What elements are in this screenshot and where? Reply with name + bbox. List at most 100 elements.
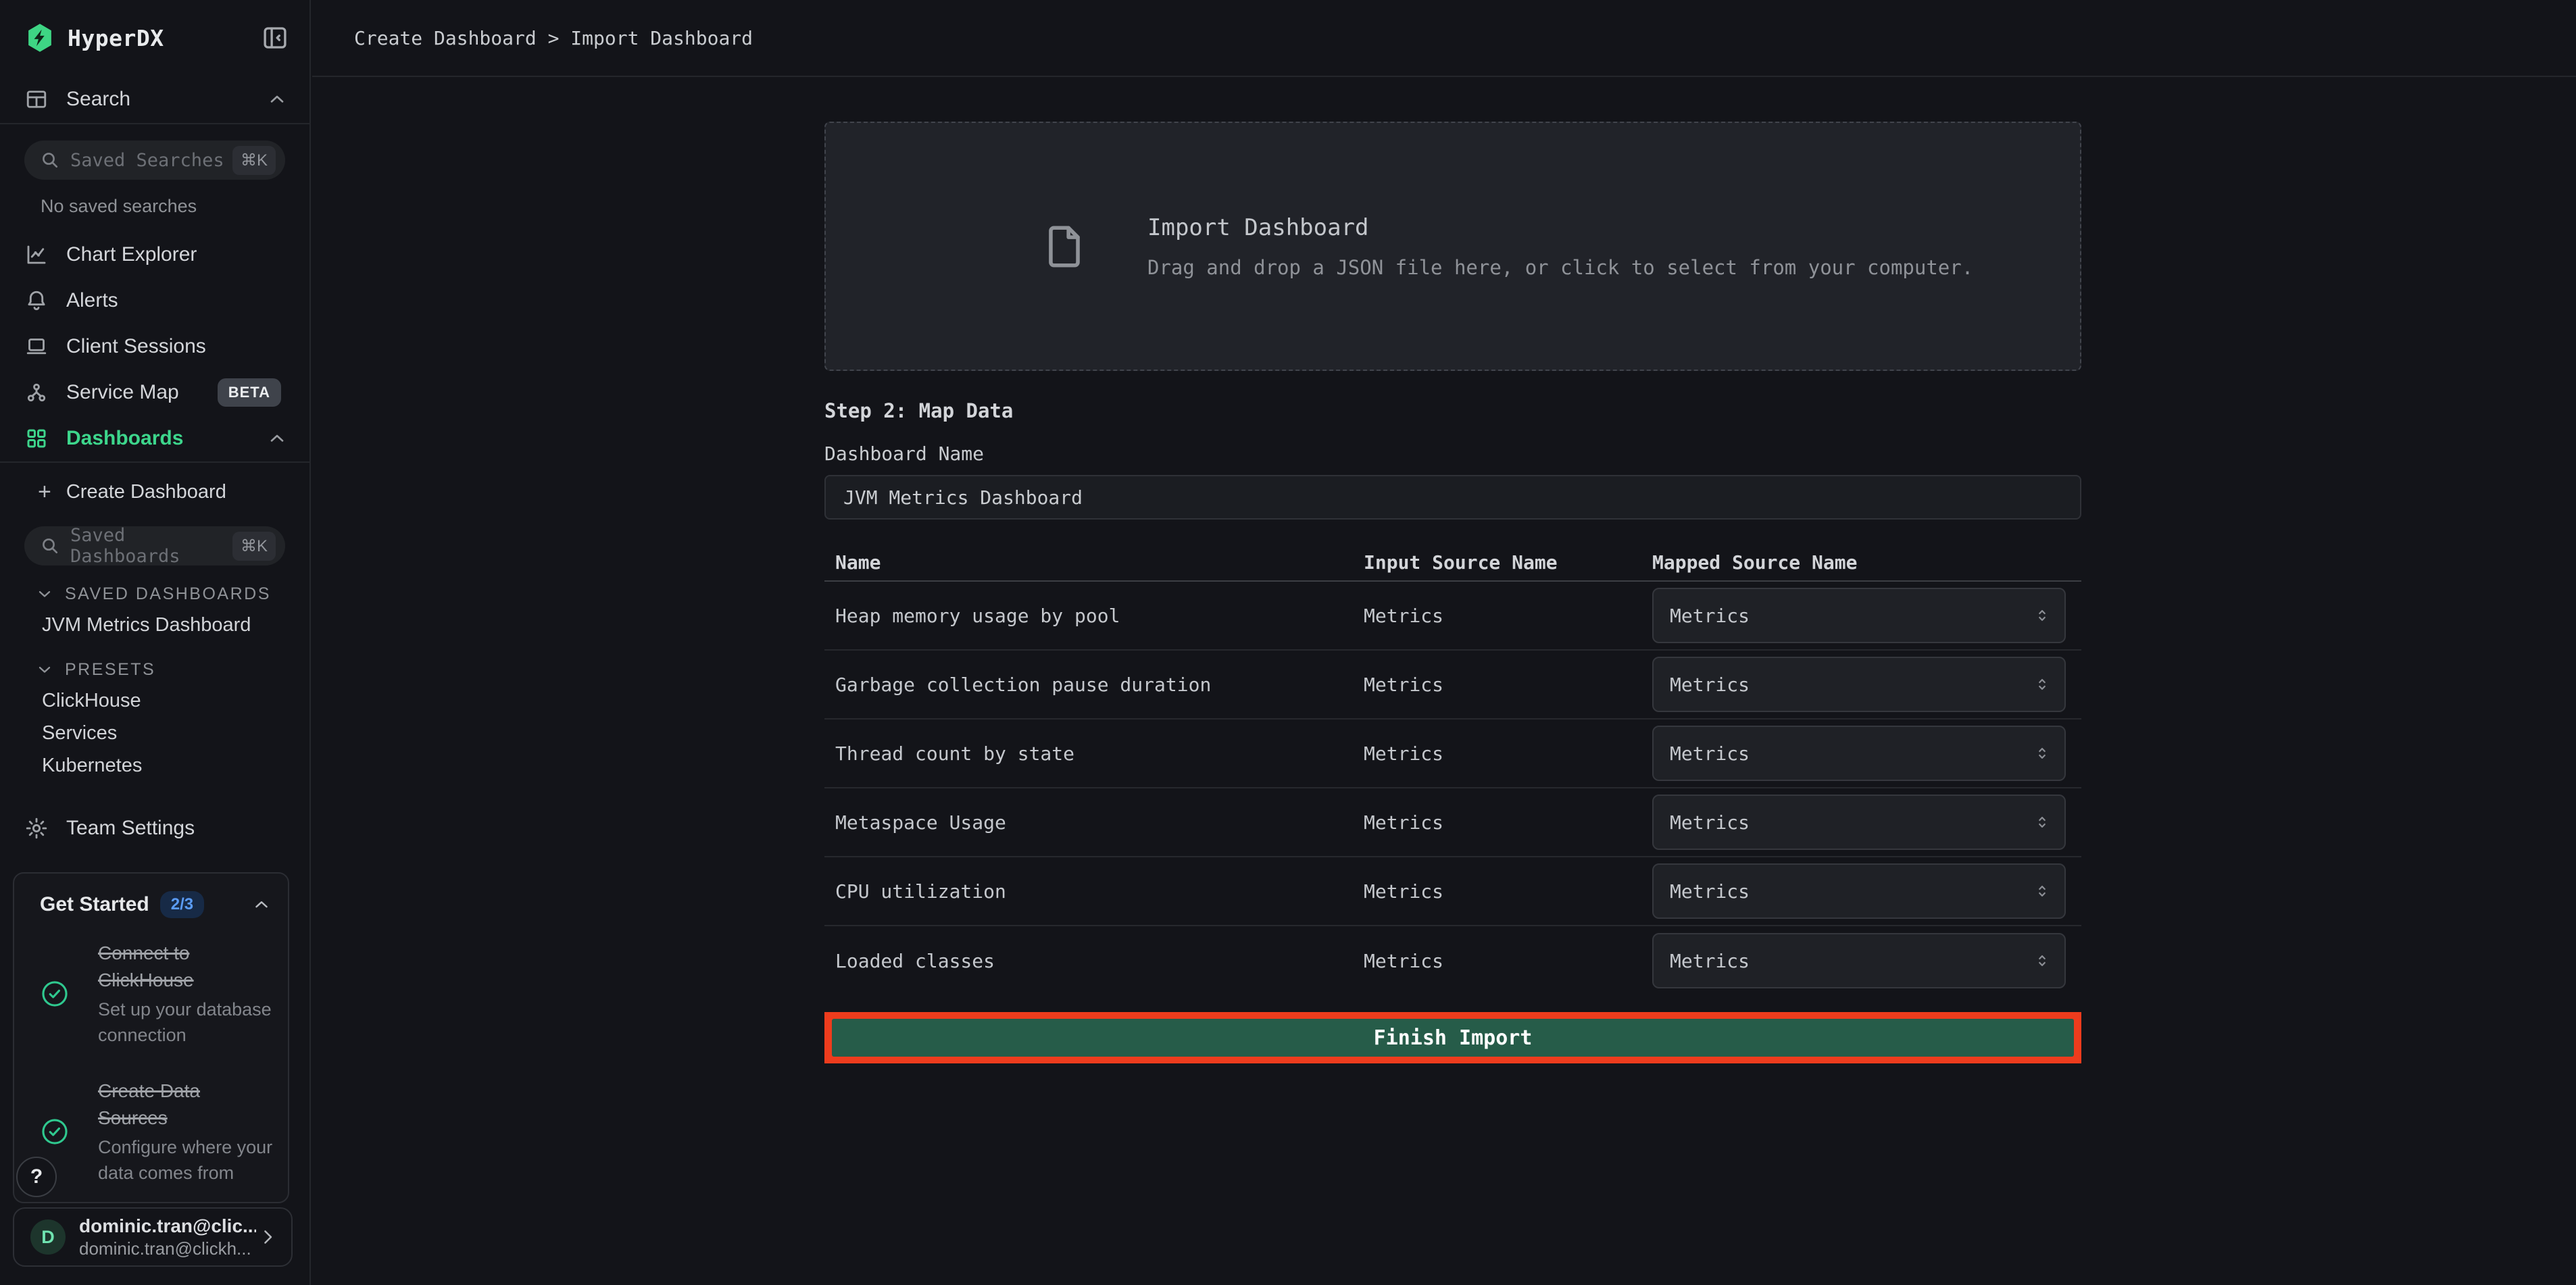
mapped-source-select[interactable]: Metrics: [1652, 863, 2066, 919]
table-row: CPU utilization Metrics Metrics: [824, 857, 2081, 926]
no-saved-searches-text: No saved searches: [41, 196, 309, 217]
shortcut-badge: ⌘K: [232, 146, 276, 175]
finish-import-button[interactable]: Finish Import: [832, 1019, 2074, 1057]
create-dashboard-button[interactable]: + Create Dashboard: [0, 470, 309, 514]
table-header-row: Name Input Source Name Mapped Source Nam…: [824, 544, 2081, 582]
preset-item-services[interactable]: Services: [0, 717, 309, 749]
row-name: Garbage collection pause duration: [824, 674, 1364, 696]
create-dashboard-label: Create Dashboard: [66, 481, 226, 503]
saved-dashboards-group[interactable]: SAVED DASHBOARDS: [35, 579, 309, 609]
sidebar-nav: Chart Explorer Alerts Client Sessions: [0, 232, 309, 461]
preset-item-kubernetes[interactable]: Kubernetes: [0, 749, 309, 782]
selected-value: Metrics: [1670, 950, 2032, 972]
sidebar-item-label: Chart Explorer: [66, 243, 197, 266]
select-chevrons-icon: [2032, 951, 2052, 971]
saved-dashboards-input[interactable]: Saved Dashboards ⌘K: [24, 526, 285, 565]
sidebar-item-alerts[interactable]: Alerts: [0, 278, 309, 324]
check-circle-icon: [40, 979, 82, 1009]
dashboards-icon: [24, 426, 49, 451]
table-row: Metaspace Usage Metrics Metrics: [824, 788, 2081, 857]
user-name: dominic.tran@clic...: [79, 1215, 256, 1238]
select-chevrons-icon: [2032, 812, 2052, 832]
chevron-down-icon: [35, 660, 54, 679]
preset-label: Kubernetes: [42, 755, 142, 777]
question-mark-icon: ?: [30, 1165, 43, 1188]
select-chevrons-icon: [2032, 881, 2052, 901]
group-label-text: SAVED DASHBOARDS: [65, 584, 271, 604]
preset-item-clickhouse[interactable]: ClickHouse: [0, 684, 309, 717]
row-name: Loaded classes: [824, 950, 1364, 972]
help-button[interactable]: ?: [16, 1157, 57, 1197]
table-row: Loaded classes Metrics Metrics: [824, 926, 2081, 995]
saved-dashboard-label: JVM Metrics Dashboard: [42, 614, 251, 636]
search-section-header[interactable]: Search: [0, 76, 309, 123]
gear-icon: [24, 816, 49, 840]
beta-badge: BETA: [218, 378, 281, 407]
sidebar: HyperDX Search Saved Searches ⌘K: [0, 0, 311, 1285]
get-started-item-subtitle: Set up your database connection: [98, 997, 274, 1048]
row-input-source: Metrics: [1364, 811, 1652, 834]
progress-badge: 2/3: [160, 891, 204, 918]
dropzone-subtitle: Drag and drop a JSON file here, or click…: [1147, 256, 1973, 279]
service-map-icon: [24, 380, 49, 405]
mapping-table: Name Input Source Name Mapped Source Nam…: [824, 544, 2081, 995]
search-section-icon: [24, 87, 49, 111]
presets-group[interactable]: PRESETS: [35, 655, 309, 684]
get-started-item-subtitle: Configure where your data comes from: [98, 1134, 274, 1186]
import-dropzone[interactable]: Import Dashboard Drag and drop a JSON fi…: [824, 122, 2081, 371]
saved-dashboard-item[interactable]: JVM Metrics Dashboard: [0, 609, 309, 641]
sidebar-item-client-sessions[interactable]: Client Sessions: [0, 324, 309, 370]
sidebar-item-label: Service Map: [66, 381, 179, 404]
table-row: Thread count by state Metrics Metrics: [824, 720, 2081, 788]
get-started-item-add-data[interactable]: Add Data Start sending logs, metrics, or…: [14, 1201, 288, 1203]
team-settings-button[interactable]: Team Settings: [0, 805, 309, 852]
selected-value: Metrics: [1670, 811, 2032, 834]
mapped-source-select[interactable]: Metrics: [1652, 795, 2066, 850]
get-started-title: Get Started: [40, 893, 149, 916]
dropzone-title: Import Dashboard: [1147, 214, 1973, 241]
mapped-source-select[interactable]: Metrics: [1652, 588, 2066, 643]
mapped-source-select[interactable]: Metrics: [1652, 657, 2066, 712]
sidebar-header: HyperDX: [0, 0, 309, 76]
finish-import-highlight: Finish Import: [824, 1012, 2081, 1063]
get-started-panel: Get Started 2/3 Connect to ClickHouse Se…: [13, 872, 289, 1203]
row-name: Thread count by state: [824, 742, 1364, 765]
mapped-source-select[interactable]: Metrics: [1652, 933, 2066, 988]
divider: [0, 461, 309, 463]
mapped-source-select[interactable]: Metrics: [1652, 726, 2066, 781]
divider: [0, 123, 309, 124]
row-input-source: Metrics: [1364, 950, 1652, 972]
hyperdx-logo-icon: [24, 22, 55, 53]
selected-value: Metrics: [1670, 605, 2032, 627]
row-name: CPU utilization: [824, 880, 1364, 903]
user-email: dominic.tran@clickh...: [79, 1238, 256, 1259]
sidebar-item-service-map[interactable]: Service Map BETA: [0, 370, 309, 415]
check-circle-icon: [40, 1117, 82, 1147]
search-icon: [39, 535, 61, 557]
get-started-item-connect[interactable]: Connect to ClickHouse Set up your databa…: [14, 925, 288, 1063]
avatar: D: [30, 1219, 66, 1255]
row-input-source: Metrics: [1364, 742, 1652, 765]
step-label: Step 2: Map Data: [824, 397, 2081, 425]
user-menu[interactable]: D dominic.tran@clic... dominic.tran@clic…: [13, 1207, 293, 1267]
selected-value: Metrics: [1670, 880, 2032, 903]
collapse-sidebar-icon[interactable]: [261, 24, 289, 52]
shortcut-badge: ⌘K: [232, 532, 276, 561]
preset-label: ClickHouse: [42, 690, 141, 712]
row-name: Heap memory usage by pool: [824, 605, 1364, 627]
dashboard-name-input[interactable]: JVM Metrics Dashboard: [824, 475, 2081, 520]
column-header-mapped-source: Mapped Source Name: [1652, 551, 2081, 574]
selected-value: Metrics: [1670, 674, 2032, 696]
row-input-source: Metrics: [1364, 605, 1652, 627]
bell-icon: [24, 288, 49, 313]
sidebar-item-dashboards[interactable]: Dashboards: [0, 415, 309, 461]
saved-searches-input[interactable]: Saved Searches ⌘K: [24, 141, 285, 180]
chevron-up-icon[interactable]: [251, 895, 272, 915]
saved-dashboards-placeholder: Saved Dashboards: [70, 525, 232, 567]
chevron-up-icon: [266, 428, 288, 449]
file-icon: [1039, 215, 1089, 278]
group-label-text: PRESETS: [65, 660, 155, 680]
dashboard-name-label: Dashboard Name: [824, 440, 2081, 468]
sidebar-item-chart-explorer[interactable]: Chart Explorer: [0, 232, 309, 278]
select-chevrons-icon: [2032, 605, 2052, 626]
